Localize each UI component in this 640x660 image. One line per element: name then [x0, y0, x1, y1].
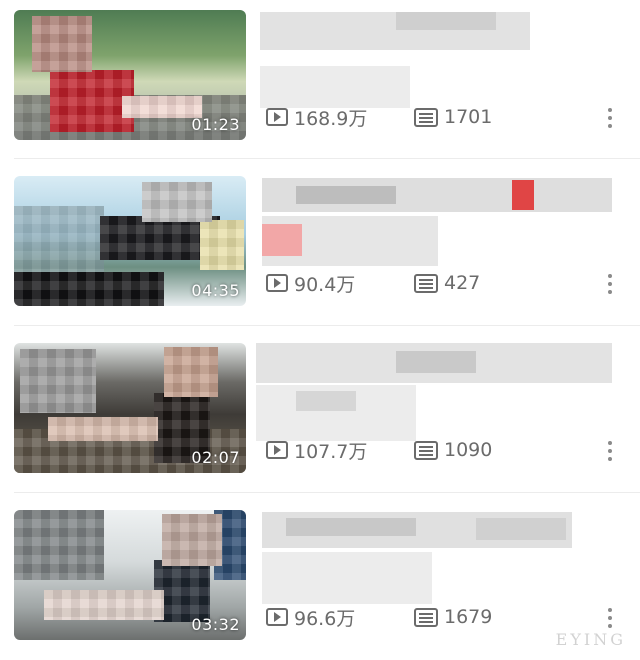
face-mosaic	[32, 16, 92, 72]
danmu-icon	[414, 273, 438, 293]
video-item[interactable]: 04:35 90.4万 427	[0, 166, 640, 326]
title-mosaic	[256, 6, 616, 116]
video-stats: 96.6万 1679	[266, 604, 492, 630]
danmu-count: 1679	[444, 606, 493, 628]
face-mosaic	[162, 514, 222, 566]
thumbnail-figure-legs	[44, 590, 164, 620]
thumbnail-buildings	[14, 206, 104, 276]
title-mosaic	[256, 506, 616, 616]
video-duration: 01:23	[191, 115, 240, 134]
danmu-count: 1701	[444, 106, 493, 128]
divider	[14, 325, 640, 326]
play-icon	[266, 108, 288, 126]
title-mosaic	[256, 172, 616, 282]
more-vertical-icon[interactable]	[608, 441, 612, 461]
video-item[interactable]: 01:23 168.9万 1701	[0, 0, 640, 160]
play-icon	[266, 441, 288, 459]
video-item[interactable]: 02:07 107.7万 1090	[0, 333, 640, 493]
view-count: 107.7万	[294, 440, 368, 463]
view-count: 90.4万	[294, 273, 356, 296]
video-thumbnail[interactable]: 02:07	[14, 343, 246, 473]
more-vertical-icon[interactable]	[608, 108, 612, 128]
video-thumbnail[interactable]: 04:35	[14, 176, 246, 306]
danmu-icon	[414, 107, 438, 127]
thumbnail-figure-legs	[14, 272, 164, 306]
danmu-count: 427	[444, 272, 481, 294]
face-mosaic	[164, 347, 218, 397]
face-mosaic	[142, 182, 212, 222]
more-vertical-icon[interactable]	[608, 274, 612, 294]
thumbnail-figure-legs	[48, 417, 158, 441]
play-icon	[266, 274, 288, 292]
video-list: 01:23 168.9万 1701 04:35 90.4万 427 02:07 …	[0, 0, 640, 653]
thumbnail-mosaic	[14, 510, 104, 580]
danmu-icon	[414, 440, 438, 460]
video-stats: 168.9万 1701	[266, 104, 492, 130]
play-icon	[266, 608, 288, 626]
video-item[interactable]: 03:32 96.6万 1679	[0, 500, 640, 660]
video-duration: 04:35	[191, 281, 240, 300]
danmu-icon	[414, 607, 438, 627]
video-duration: 03:32	[191, 615, 240, 634]
view-count: 96.6万	[294, 607, 356, 630]
watermark: EYING	[555, 630, 626, 649]
thumbnail-mosaic	[20, 349, 96, 413]
thumbnail-object	[200, 220, 244, 270]
view-count: 168.9万	[294, 107, 368, 130]
video-stats: 107.7万 1090	[266, 437, 492, 463]
video-duration: 02:07	[191, 448, 240, 467]
thumbnail-figure-legs	[122, 96, 202, 118]
more-vertical-icon[interactable]	[608, 608, 612, 628]
video-stats: 90.4万 427	[266, 270, 480, 296]
video-thumbnail[interactable]: 03:32	[14, 510, 246, 640]
divider	[14, 492, 640, 493]
title-mosaic	[256, 339, 616, 449]
video-thumbnail[interactable]: 01:23	[14, 10, 246, 140]
danmu-count: 1090	[444, 439, 493, 461]
divider	[14, 158, 640, 159]
